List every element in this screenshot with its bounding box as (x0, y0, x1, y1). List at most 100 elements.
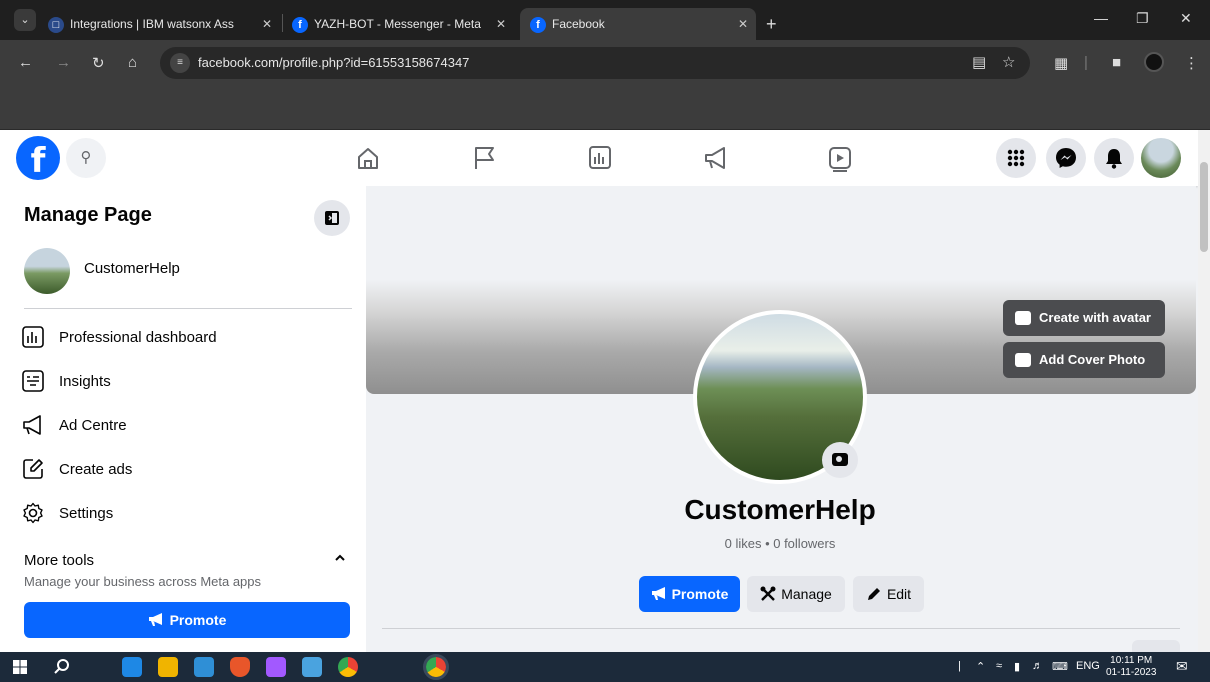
address-bar[interactable]: ≡ facebook.com/profile.php?id=6155315867… (160, 47, 1030, 79)
account-avatar[interactable] (1141, 138, 1181, 178)
create-with-avatar-label: Create with avatar (1039, 310, 1151, 325)
manage-button[interactable]: Manage (747, 576, 845, 612)
sidebar-item-ad-centre[interactable]: Ad Centre (22, 408, 342, 444)
avatar-icon (1015, 311, 1031, 325)
wifi-icon[interactable]: ≈ (996, 660, 1002, 672)
profile-divider (382, 628, 1180, 629)
home-icon[interactable]: ⌂ (128, 54, 137, 71)
document-app-icon[interactable] (302, 657, 322, 677)
forward-icon[interactable]: → (56, 54, 71, 71)
battery-icon[interactable]: ▮ (1014, 660, 1020, 673)
more-tools-heading[interactable]: More tools (24, 552, 94, 569)
search-icon[interactable]: ⚲ (66, 138, 106, 178)
flag-nav-icon[interactable] (462, 138, 506, 178)
browser-toolbar: ← → ↻ ⌂ ≡ facebook.com/profile.php?id=61… (0, 40, 1210, 90)
megaphone-icon (651, 587, 665, 600)
sidebar-item-label: Create ads (59, 461, 133, 478)
windows-taskbar: | ⌃ ≈ ▮ ♬ ⌨ ENG 10:11 PM 01-11-2023 ✉ (0, 652, 1210, 682)
back-icon[interactable]: ← (18, 54, 33, 71)
minimize-icon[interactable]: — (1094, 10, 1108, 26)
more-options-button[interactable] (1132, 640, 1180, 652)
language-indicator[interactable]: ENG (1076, 660, 1100, 672)
create-with-avatar-button[interactable]: Create with avatar (1003, 300, 1165, 336)
sidebar-item-professional-dashboard[interactable]: Professional dashboard (22, 320, 342, 356)
store-icon[interactable] (194, 657, 214, 677)
brave-icon[interactable] (230, 657, 250, 677)
add-cover-photo-button[interactable]: Add Cover Photo (1003, 342, 1165, 378)
page-avatar (24, 248, 70, 294)
search-icon[interactable] (52, 657, 72, 677)
facebook-icon: f (530, 16, 546, 33)
promote-label: Promote (671, 586, 729, 602)
home-nav-icon[interactable] (346, 138, 390, 178)
more-tools-description: Manage your business across Meta apps (24, 574, 262, 589)
collapse-sidebar-icon[interactable] (314, 200, 350, 236)
profile-avatar-icon[interactable] (1144, 52, 1164, 72)
messenger-icon[interactable] (1046, 138, 1086, 178)
sidebar-page-name: CustomerHelp (84, 260, 180, 277)
megaphone-nav-icon[interactable] (694, 138, 738, 178)
system-clock[interactable]: 10:11 PM 01-11-2023 (1106, 655, 1156, 679)
scrollbar-thumb[interactable] (1200, 162, 1208, 252)
tab-ibm-watsonx[interactable]: □ Integrations | IBM watsonx Ass ✕ (48, 8, 280, 40)
url-text[interactable]: facebook.com/profile.php?id=615531586743… (198, 55, 469, 70)
sidebar-item-label: Professional dashboard (59, 329, 217, 346)
facebook-icon: f (292, 16, 308, 33)
chevron-up-icon[interactable] (334, 552, 346, 564)
close-tab-icon[interactable]: ✕ (262, 8, 272, 40)
close-window-icon[interactable]: ✕ (1180, 10, 1192, 27)
sidebar-item-insights[interactable]: Insights (22, 364, 342, 400)
volume-icon[interactable]: ♬ (1032, 660, 1043, 672)
notifications-icon[interactable]: ✉ (1176, 658, 1188, 675)
chrome-icon[interactable] (338, 657, 358, 677)
windows-start-icon[interactable] (10, 657, 30, 677)
install-app-icon[interactable]: ▤ (972, 53, 986, 71)
figma-icon[interactable] (266, 657, 286, 677)
manage-page-sidebar: Manage Page CustomerHelp Professional da… (0, 186, 366, 652)
manage-label: Manage (781, 586, 832, 602)
clock-time: 10:11 PM (1110, 655, 1153, 666)
promote-button[interactable]: Promote (639, 576, 740, 612)
keyboard-icon[interactable]: ⌨ (1052, 660, 1068, 673)
sidebar-item-settings[interactable]: Settings (22, 496, 342, 532)
dashboard-nav-icon[interactable] (578, 138, 622, 178)
sidebar-promote-button[interactable]: Promote (24, 602, 350, 638)
chrome-active-icon[interactable] (423, 654, 449, 680)
likes-followers-count[interactable]: 0 likes • 0 followers (560, 536, 1000, 551)
clock-date: 01-11-2023 (1106, 667, 1157, 678)
tab-title: Integrations | IBM watsonx Ass (70, 17, 234, 31)
side-panel-icon[interactable]: ■ (1112, 54, 1121, 71)
menu-kebab-icon[interactable]: ⋮ (1184, 54, 1199, 72)
megaphone-icon (23, 415, 41, 435)
page-scrollbar[interactable] (1198, 130, 1210, 652)
facebook-header: f ⚲ (0, 130, 1198, 186)
tab-search-icon[interactable]: ⌄ (14, 9, 36, 31)
restore-icon[interactable]: ❐ (1136, 10, 1149, 27)
tools-icon (760, 586, 776, 601)
video-nav-icon[interactable] (818, 138, 862, 178)
notifications-bell-icon[interactable] (1094, 138, 1134, 178)
tab-yazh-bot[interactable]: f YAZH-BOT - Messenger - Meta ✕ (292, 8, 514, 40)
site-info-icon[interactable]: ≡ (170, 53, 190, 73)
new-tab-icon[interactable]: + (766, 8, 777, 40)
dashboard-icon (22, 326, 44, 348)
tab-title: YAZH-BOT - Messenger - Meta (314, 17, 481, 31)
extensions-icon[interactable]: ▦ (1054, 54, 1068, 72)
close-tab-icon[interactable]: ✕ (496, 8, 506, 40)
pencil-icon (867, 588, 880, 600)
close-tab-icon[interactable]: ✕ (738, 8, 748, 40)
camera-icon[interactable] (822, 442, 858, 478)
sidebar-item-create-ads[interactable]: Create ads (22, 452, 342, 488)
bookmark-star-icon[interactable]: ☆ (1002, 53, 1015, 71)
menu-grid-icon[interactable] (996, 138, 1036, 178)
file-explorer-icon[interactable] (158, 657, 178, 677)
tray-divider: | (958, 660, 961, 672)
gear-icon (23, 502, 43, 524)
edit-button[interactable]: Edit (853, 576, 924, 612)
chevron-up-icon[interactable]: ⌃ (976, 660, 985, 673)
vscode-icon[interactable] (122, 657, 142, 677)
reload-icon[interactable]: ↻ (92, 54, 105, 72)
tab-facebook[interactable]: f Facebook ✕ (520, 8, 756, 40)
ibm-icon: □ (48, 16, 64, 33)
facebook-logo[interactable]: f (16, 136, 60, 181)
